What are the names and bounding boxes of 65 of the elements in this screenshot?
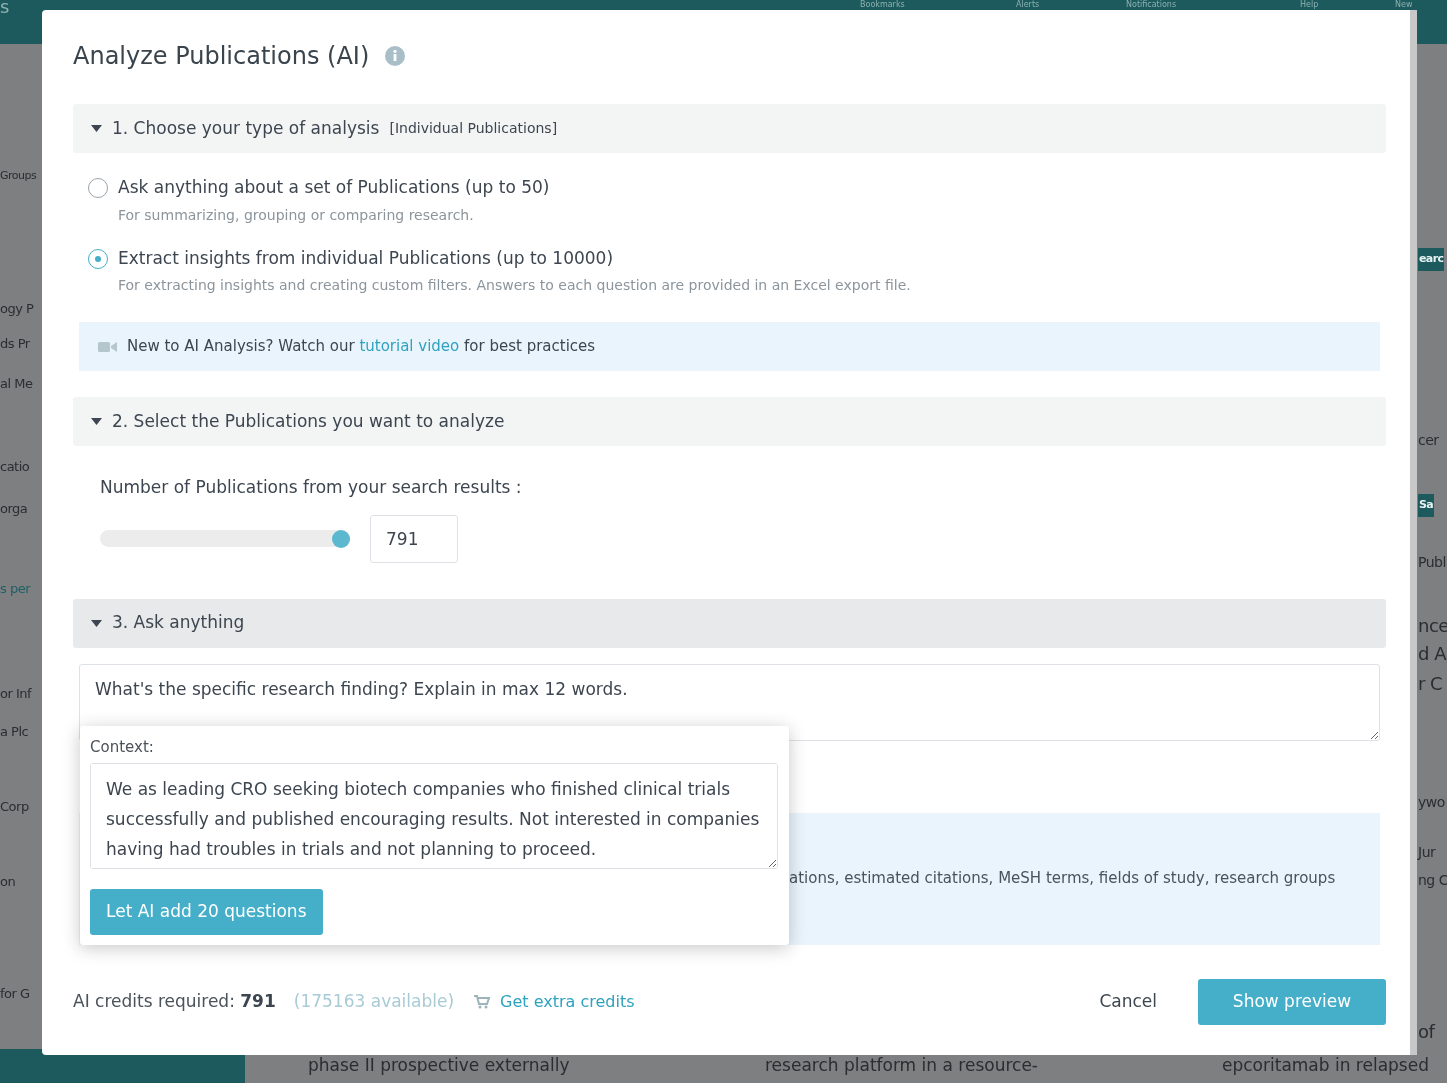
- nav-link[interactable]: Notifications: [1126, 0, 1177, 9]
- tutorial-video-link[interactable]: tutorial video: [359, 337, 460, 356]
- add-questions-button[interactable]: Let AI add 20 questions: [90, 888, 323, 935]
- credits-text: AI credits required: 791: [73, 990, 276, 1014]
- page-text-fragment: or Inf: [0, 685, 32, 703]
- nav-link[interactable]: Bookmarks: [860, 0, 905, 9]
- page-text-fragment: r C: [1418, 672, 1443, 696]
- available-credits: (175163 available): [293, 990, 455, 1014]
- page-text-fragment: cer: [1418, 431, 1439, 450]
- option-description: For summarizing, grouping or comparing research.: [118, 205, 475, 225]
- section-title: 1. Choose your type of analysis: [112, 116, 380, 140]
- page-text-fragment: d A: [1418, 642, 1446, 666]
- page-text-fragment: for G: [0, 985, 30, 1003]
- option-label: Ask anything about a set of Publications (up to 50): [118, 176, 550, 199]
- page-text-fragment: a Plc: [0, 723, 29, 741]
- analysis-type-tag: [Individual Publications]: [389, 118, 558, 139]
- nav-link[interactable]: Alerts: [1016, 0, 1040, 9]
- page-text-fragment: orga: [0, 500, 28, 518]
- page-text-fragment: ogy P: [0, 300, 34, 318]
- video-camera-icon: [98, 340, 117, 353]
- page-text-fragment: on: [0, 873, 16, 891]
- section-title: 2. Select the Publications you want to analyze: [112, 409, 505, 433]
- caret-icon: [91, 418, 102, 425]
- cart-icon: [474, 995, 491, 1009]
- scrollbar[interactable]: [1410, 10, 1417, 1055]
- question-input[interactable]: What's the specific research finding? Explain in max 12 words.: [79, 663, 1380, 741]
- page-text-fragment: ywo: [1418, 793, 1445, 812]
- page-text-fragment: al Me: [0, 375, 33, 393]
- page-text-fragment: Publi: [1418, 553, 1447, 572]
- count-label: Number of Publications from your search results :: [100, 476, 523, 499]
- page-text-fragment: nce: [1418, 614, 1447, 638]
- page-text-fragment: phase II prospective externally: [308, 1054, 570, 1077]
- section-header[interactable]: 1. Choose your type of analysis [Individual Publications]: [73, 104, 1386, 153]
- page-text-fragment: catio: [0, 458, 30, 476]
- page-text-fragment: ng C: [1418, 871, 1447, 890]
- caret-icon: [91, 125, 102, 132]
- page-text-fragment: earc: [1418, 248, 1445, 271]
- page-text-fragment: Groups: [0, 168, 37, 184]
- show-preview-button[interactable]: Show preview: [1198, 979, 1386, 1025]
- cancel-button[interactable]: Cancel: [1093, 988, 1163, 1016]
- nav-link[interactable]: New: [1395, 0, 1413, 9]
- info-text: ations, estimated citations, MeSH terms, fields of study, research groups: [789, 868, 1336, 890]
- page-text-fragment: of: [1418, 1020, 1435, 1044]
- option-description: For extracting insights and creating custom filters. Answers to each question are provided in an Excel export file.: [118, 276, 911, 295]
- page-text-fragment: Sa: [1418, 494, 1435, 517]
- page-text-fragment: epcoritamab in relapsed: [1222, 1054, 1429, 1077]
- section-title: 3. Ask anything: [112, 611, 245, 635]
- page-text-fragment: Jur: [1418, 843, 1436, 862]
- extra-credits-link[interactable]: Get extra credits: [500, 990, 635, 1014]
- caret-icon: [91, 619, 102, 627]
- page-text-fragment: research platform in a resource-: [765, 1054, 1038, 1077]
- option-label: Extract insights from individual Publications (up to 10000): [118, 246, 615, 270]
- tip-text: New to AI Analysis? Watch our tutorial video for best practices: [127, 336, 596, 358]
- count-input[interactable]: 791: [370, 514, 458, 563]
- context-input[interactable]: We as leading CRO seeking biotech companies who finished clinical trials successfully and published encouraging results. Not interested in companies having had troubles in trials and not planning to proceed.: [90, 762, 778, 869]
- page-text-fragment: Corp: [0, 798, 29, 816]
- page-title-fragment: s: [0, 0, 10, 14]
- page-text-fragment: s per: [0, 580, 30, 598]
- section-header[interactable]: 3. Ask anything: [73, 598, 1386, 648]
- page-text-fragment: ds Pr: [0, 335, 30, 353]
- section-header[interactable]: 2. Select the Publications you want to analyze: [73, 397, 1386, 446]
- info-icon[interactable]: [385, 46, 406, 66]
- slider-thumb[interactable]: [332, 529, 350, 548]
- dialog-title: Analyze Publications (AI): [73, 41, 370, 71]
- nav-link[interactable]: Help: [1300, 0, 1319, 9]
